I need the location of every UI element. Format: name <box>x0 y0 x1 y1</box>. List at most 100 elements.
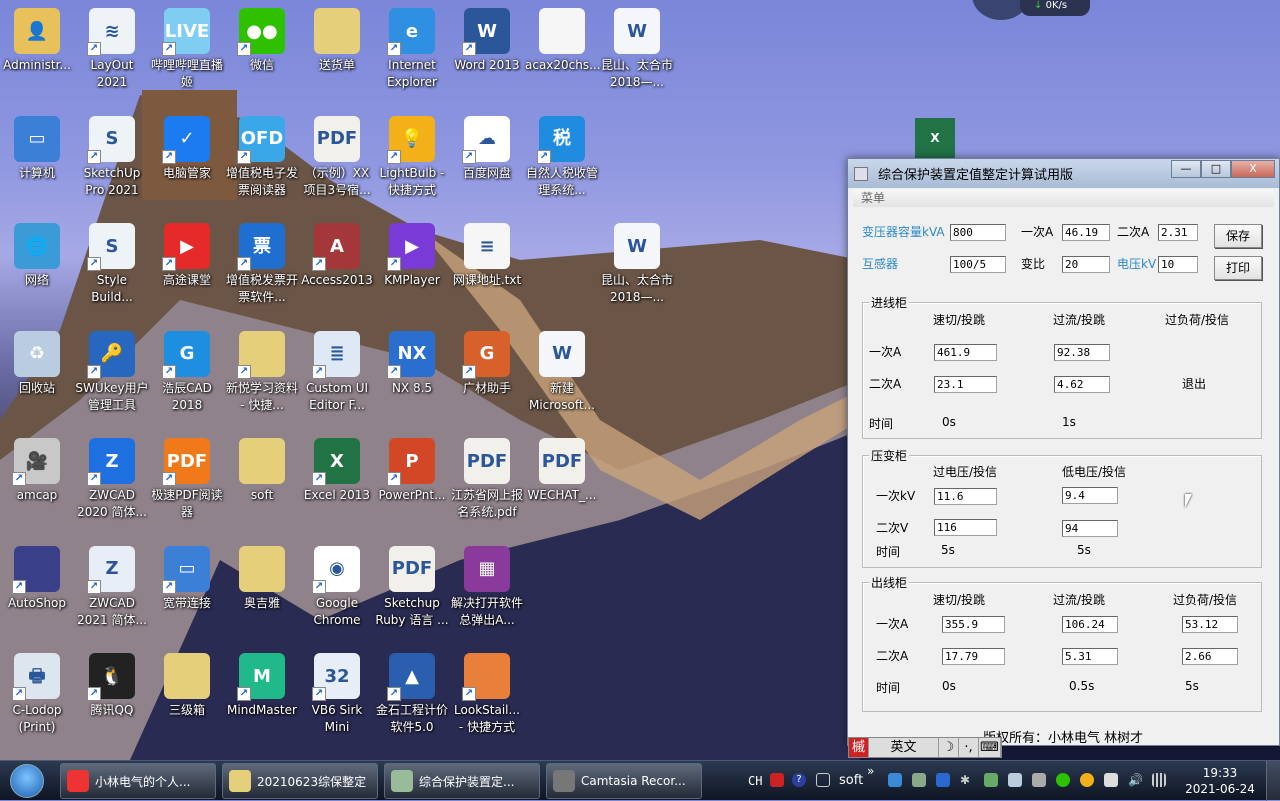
desktop-icon[interactable]: ☁ ↗ 百度网盘 <box>450 115 524 182</box>
desktop-icon[interactable]: W ↗ Word 2013 <box>450 8 524 74</box>
desktop-icon[interactable]: G ↗ 浩辰CAD 2018 <box>150 330 224 414</box>
desktop-icon[interactable]: 🔑 ↗ SWUkey用户管理工具 <box>75 330 149 414</box>
desktop-icon[interactable]: ↗ 新悦学习资料 - 快捷... <box>225 330 299 414</box>
desktop-icon[interactable]: 三级箱 <box>150 653 224 719</box>
pt-uv-primary[interactable]: 9.4 <box>1062 487 1118 504</box>
secondary-current-input[interactable]: 2.31 <box>1158 224 1198 241</box>
ct-input[interactable]: 100/5 <box>950 256 1006 273</box>
soft-toolbar[interactable]: soft <box>839 761 863 801</box>
pt-uv-secondary[interactable]: 94 <box>1062 520 1118 537</box>
soft-keyboard-icon[interactable]: ⌨ <box>979 738 1001 757</box>
menu-item-menu[interactable]: 菜单 <box>853 189 1274 207</box>
desktop-icon[interactable]: 💡 ↗ LightBulb - 快捷方式 <box>375 115 449 199</box>
capacity-input[interactable]: 800 <box>950 224 1006 241</box>
desktop-icon[interactable]: PDF WECHAT_... <box>525 438 599 504</box>
desktop-icon[interactable]: ≋ ↗ LayOut 2021 <box>75 8 149 91</box>
desktop-icon[interactable]: ≡ 网课地址.txt <box>450 223 524 289</box>
ime-mode-toggle[interactable]: 英文 <box>869 738 939 757</box>
clock[interactable]: 19:33 2021-06-24 <box>1180 765 1260 797</box>
desktop-icon[interactable]: X ↗ Excel 2013 <box>300 438 374 504</box>
desktop-icon[interactable]: 🌐 网络 <box>0 223 74 289</box>
voltage-input[interactable]: 10 <box>1158 256 1198 273</box>
outgoing-overload-primary[interactable]: 53.12 <box>1182 616 1238 633</box>
desktop-icon[interactable]: S ↗ SketchUp Pro 2021 <box>75 115 149 199</box>
lightbulb-tray-icon[interactable] <box>1080 773 1094 787</box>
desktop-icon[interactable]: Z ↗ ZWCAD 2020 简体... <box>75 438 149 521</box>
desktop-icon[interactable]: 奥吉雅 <box>225 545 299 612</box>
ratio-input[interactable]: 20 <box>1062 256 1110 273</box>
desktop-icon[interactable]: ◉ ↗ Google Chrome <box>300 545 374 629</box>
desktop-icon[interactable]: 送货单 <box>300 8 374 74</box>
incoming-quick-primary[interactable]: 461.9 <box>934 344 997 361</box>
desktop-icon[interactable]: P ↗ PowerPnt... <box>375 438 449 504</box>
ime-logo-icon[interactable]: 槭 <box>849 738 869 757</box>
taskbar-button[interactable]: Camtasia Recor... <box>546 763 702 799</box>
desktop-icon[interactable]: ●● ↗ 微信 <box>225 8 299 74</box>
signal-icon[interactable] <box>1152 773 1166 787</box>
desktop-icon[interactable]: ▭ 计算机 <box>0 115 74 182</box>
punctuation-toggle[interactable]: ·, <box>959 738 979 757</box>
primary-current-input[interactable]: 46.19 <box>1062 224 1110 241</box>
security-shield-icon[interactable] <box>936 773 950 787</box>
usb-icon[interactable] <box>888 773 902 787</box>
desktop-icon[interactable]: PDF Sketchup Ruby 语言 ... <box>375 545 449 629</box>
desktop-icon[interactable]: M ↗ MindMaster <box>225 653 299 719</box>
toolbar-chevron[interactable]: » <box>867 751 874 791</box>
taskbar-button[interactable]: 20210623综保整定 <box>222 763 378 799</box>
desktop-icon[interactable]: OFD ↗ 增值税电子发票阅读器 <box>225 115 299 199</box>
bluetooth-icon[interactable]: ✱ <box>960 773 974 787</box>
volume-icon[interactable]: 🔊 <box>1128 773 1143 787</box>
outgoing-overload-secondary[interactable]: 2.66 <box>1182 648 1238 665</box>
desktop-icon[interactable]: G ↗ 广材助手 <box>450 330 524 397</box>
desktop-icon[interactable]: Z ↗ ZWCAD 2021 简体... <box>75 545 149 629</box>
desktop-icon[interactable]: soft <box>225 438 299 504</box>
maximize-button[interactable]: □ <box>1201 160 1231 178</box>
desktop-icon[interactable]: A ↗ Access2013 <box>300 223 374 289</box>
incoming-over-primary[interactable]: 92.38 <box>1054 344 1110 361</box>
desktop-icon[interactable]: 🎥 ↗ amcap <box>0 438 74 504</box>
restore-bar-icon[interactable] <box>816 773 830 787</box>
desktop-icon[interactable]: W 新建 Microsoft... <box>525 330 599 414</box>
desktop-icon[interactable]: PDF 江苏省网上报名系统.pdf <box>450 438 524 521</box>
desktop-icon[interactable]: 票 ↗ 增值税发票开票软件... <box>225 223 299 306</box>
save-button[interactable]: 保存 <box>1214 224 1262 248</box>
desktop-icon[interactable]: ↗ AutoShop <box>0 545 74 612</box>
desktop-icon[interactable]: 🐧 ↗ 腾讯QQ <box>75 653 149 719</box>
desktop-icon[interactable]: ✓ ↗ 电脑管家 <box>150 115 224 182</box>
help-icon[interactable]: ? <box>792 773 806 787</box>
close-button[interactable]: X <box>1231 160 1275 178</box>
incoming-quick-secondary[interactable]: 23.1 <box>934 376 997 393</box>
outgoing-quick-secondary[interactable]: 17.79 <box>942 648 1005 665</box>
printer-icon[interactable] <box>1008 773 1022 787</box>
desktop-icon[interactable]: ≣ ↗ Custom UI Editor F... <box>300 330 374 414</box>
desktop-icon[interactable]: NX ↗ NX 8.5 <box>375 330 449 397</box>
taskbar-button[interactable]: 小林电气的个人... <box>60 763 216 799</box>
desktop-icon[interactable]: ♻ 回收站 <box>0 330 74 397</box>
title-bar[interactable]: 综合保护装置定值整定计算试用版 — □ X <box>848 159 1279 188</box>
power-icon[interactable] <box>1104 773 1118 787</box>
desktop-icon[interactable]: S ↗ Style Build... <box>75 223 149 306</box>
desktop-icon[interactable]: ▲ ↗ 金石工程计价软件5.0 <box>375 653 449 736</box>
outgoing-over-secondary[interactable]: 5.31 <box>1062 648 1118 665</box>
start-button[interactable] <box>10 764 44 798</box>
tray-app-icon[interactable] <box>912 773 926 787</box>
desktop-icon[interactable]: ↗ LookStail... - 快捷方式 <box>450 653 524 736</box>
desktop-icon[interactable]: 🖶 ↗ C-Lodop (Print) <box>0 653 74 736</box>
print-button[interactable]: 打印 <box>1214 256 1262 280</box>
desktop-icon[interactable]: W 昆山、太合市2018—... <box>600 8 674 91</box>
excel-file-icon[interactable]: X <box>915 118 955 158</box>
desktop-icon[interactable]: PDF （示例）XX项目3号宿... <box>300 115 374 199</box>
minimize-button[interactable]: — <box>1171 160 1201 178</box>
taskbar-button[interactable]: 综合保护装置定... <box>384 763 540 799</box>
desktop-icon[interactable]: acax20chs... <box>525 8 601 74</box>
desktop-icon[interactable]: ▶ ↗ KMPlayer <box>375 223 449 289</box>
desktop-icon[interactable]: ▦ 解决打开软件总弹出A... <box>450 545 524 629</box>
desktop-icon[interactable]: ▭ ↗ 宽带连接 <box>150 545 224 612</box>
pt-ov-secondary[interactable]: 116 <box>934 519 997 536</box>
desktop-icon[interactable]: 税 ↗ 自然人税收管理系统... <box>525 115 599 199</box>
safe-remove-icon[interactable] <box>984 773 998 787</box>
desktop-icon[interactable]: LIVE ↗ 哔哩哔哩直播姬 <box>150 8 224 91</box>
desktop-icon[interactable]: ▶ ↗ 高途课堂 <box>150 223 224 289</box>
moon-icon[interactable]: ☽ <box>939 738 959 757</box>
ime-tray-icon[interactable] <box>770 773 784 787</box>
